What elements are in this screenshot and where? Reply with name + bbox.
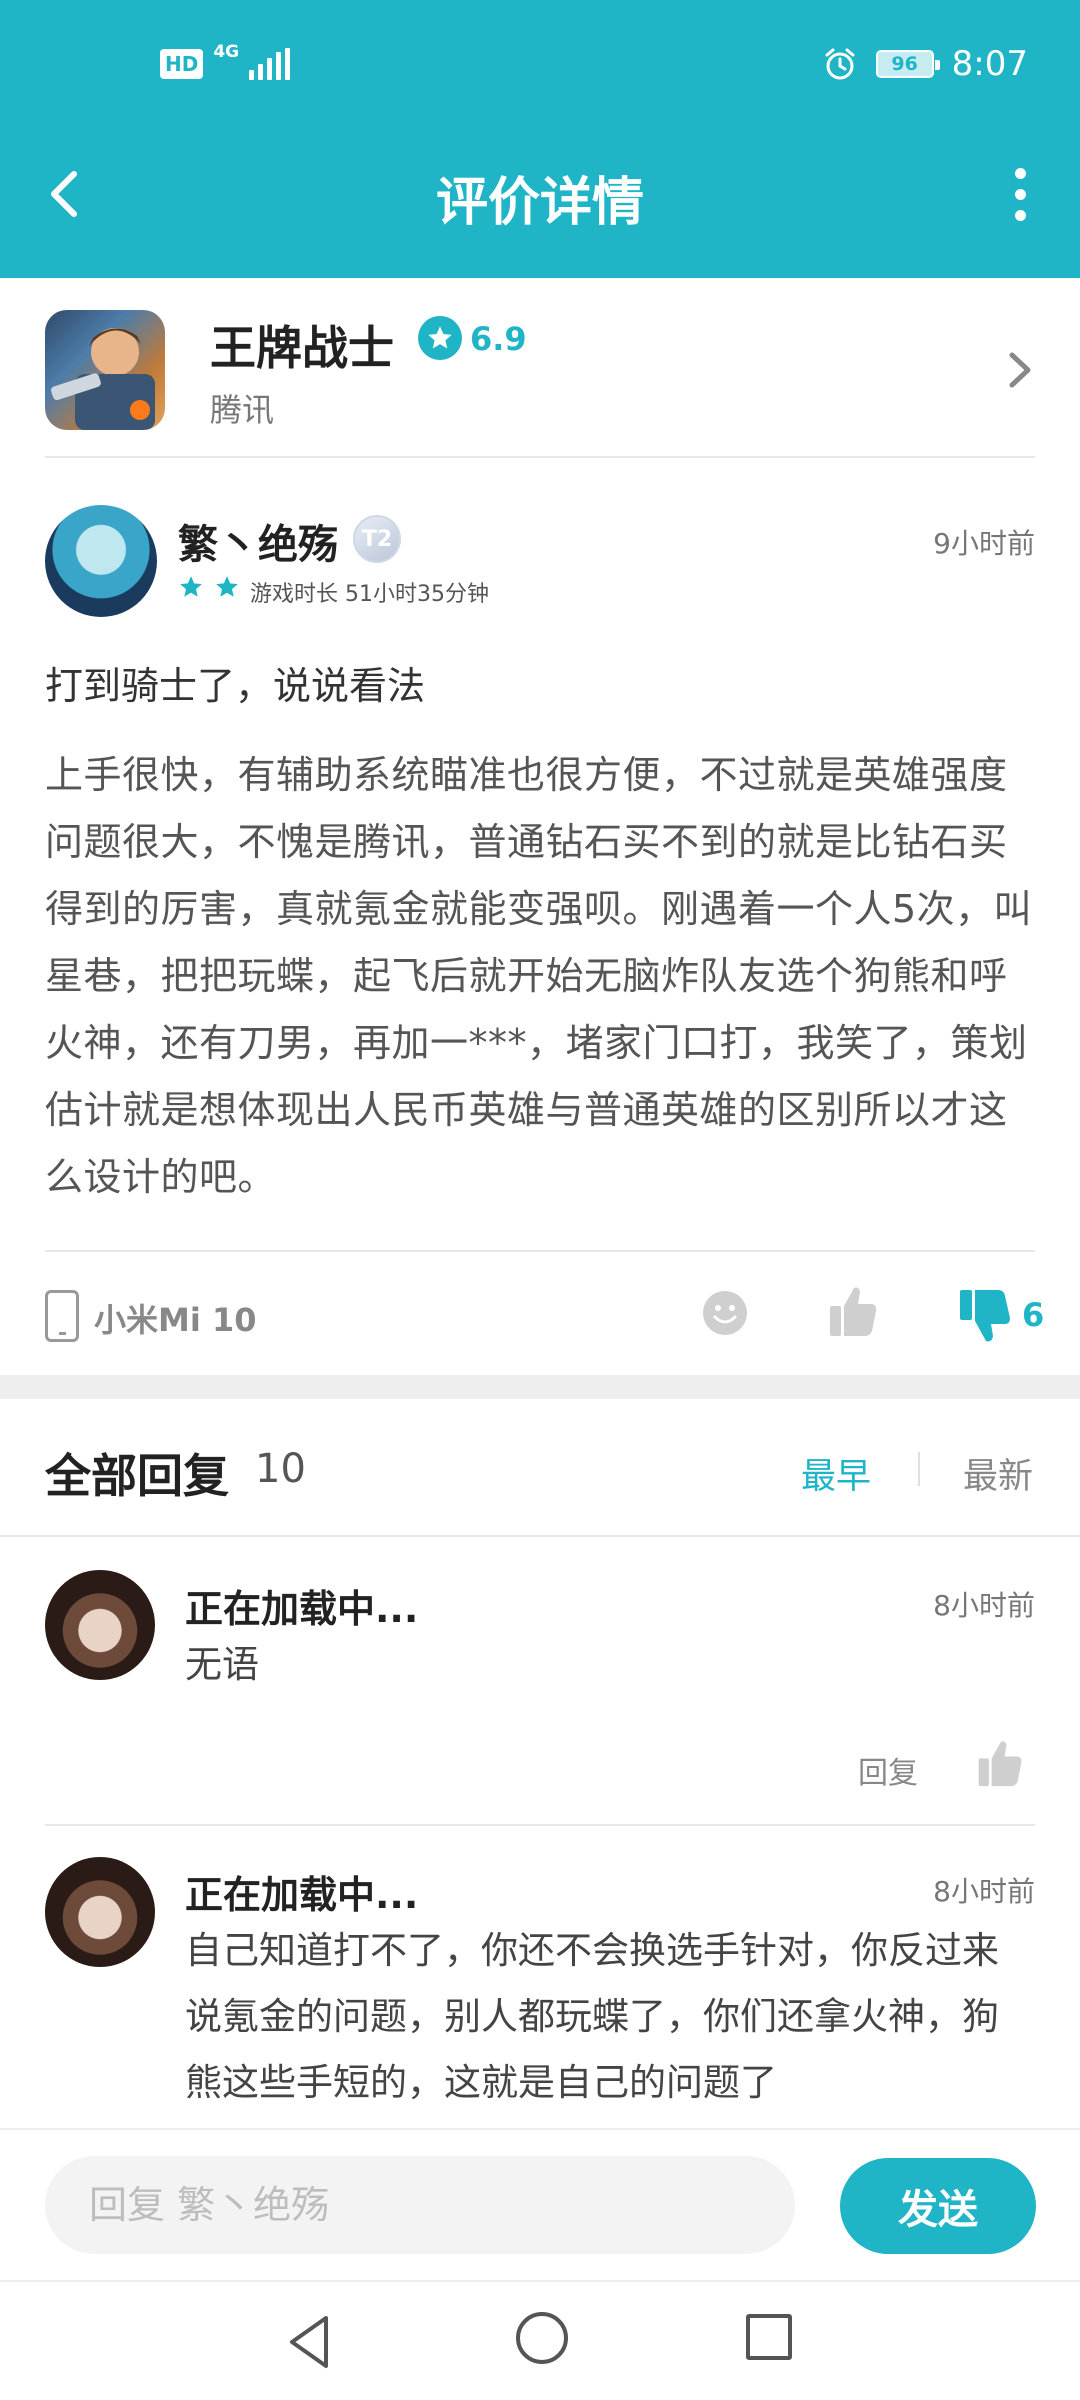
send-button[interactable]: 发送 — [840, 2158, 1036, 2254]
smiley-icon — [703, 1291, 747, 1335]
battery-icon: 96 — [875, 50, 940, 78]
reply-text: 自己知道打不了，你还不会换选手针对，你反过来说氪金的问题，别人都玩蝶了，你们还拿… — [185, 1929, 999, 2104]
reply-author[interactable]: 正在加载中... — [185, 1578, 418, 1633]
star-icon — [216, 576, 238, 597]
reply-time: 8小时前 — [933, 1875, 1035, 1908]
dislike-button[interactable] — [958, 1288, 1012, 1344]
playtime: 游戏时长 51小时35分钟 — [250, 582, 489, 607]
review-title: 打到骑士了，说说看法 — [45, 664, 426, 708]
hd-badge: HD — [160, 49, 204, 79]
review-time: 9小时前 — [933, 527, 1035, 560]
thumbs-up-icon — [978, 1741, 1022, 1787]
more-options-button[interactable] — [990, 164, 1050, 224]
reply-avatar[interactable] — [45, 1857, 155, 1967]
like-button[interactable] — [828, 1284, 878, 1338]
status-right: 96 8:07 — [822, 44, 1028, 84]
thumbs-up-icon — [830, 1287, 877, 1336]
game-publisher: 腾讯 — [210, 391, 275, 429]
divider — [0, 1535, 1080, 1537]
sort-latest-tab[interactable]: 最新 — [963, 1448, 1033, 1499]
reviewer-avatar[interactable] — [45, 505, 157, 617]
triangle-back-icon — [290, 2316, 328, 2368]
status-left: HD 4G — [160, 43, 291, 80]
divider — [45, 456, 1035, 458]
alarm-icon — [825, 48, 855, 80]
reply-avatar[interactable] — [45, 1570, 155, 1680]
phone-icon — [45, 1290, 79, 1342]
sort-earliest-tab[interactable]: 最早 — [801, 1448, 871, 1499]
more-vertical-icon — [1014, 167, 1026, 179]
status-time: 8:07 — [951, 44, 1028, 84]
sort-separator — [918, 1452, 920, 1486]
divider — [45, 1824, 1035, 1826]
reply-time: 8小时前 — [933, 1589, 1035, 1622]
star-rating — [178, 574, 240, 600]
divider — [45, 1250, 1035, 1252]
reply-input[interactable] — [45, 2156, 795, 2254]
game-art — [51, 328, 155, 430]
game-detail-link[interactable] — [1000, 345, 1040, 395]
replies-count: 10 — [255, 1446, 306, 1492]
top-app-bar: HD 4G 96 8:07 评价详情 — [0, 0, 1080, 278]
section-separator — [0, 1375, 1080, 1399]
replies-title: 全部回复 — [45, 1449, 229, 1503]
reply-author[interactable]: 正在加载中... — [185, 1864, 418, 1919]
device-name: 小米Mi 10 — [94, 1301, 257, 1339]
system-nav-bar — [0, 2280, 1080, 2400]
rating-star-icon — [418, 316, 462, 360]
battery-level: 96 — [891, 53, 918, 75]
nav-recents-button[interactable] — [746, 2314, 792, 2360]
review-body: 上手很快，有辅助系统瞄准也很方便，不过就是英雄强度问题很大，不愧是腾讯，普通钻石… — [45, 753, 1033, 1199]
star-icon — [180, 576, 202, 597]
network-type: 4G — [213, 42, 240, 62]
chevron-right-icon — [1009, 352, 1031, 388]
nav-home-button[interactable] — [516, 2312, 568, 2364]
reply-like-button[interactable] — [976, 1738, 1024, 1788]
game-name[interactable]: 王牌战士 — [210, 312, 394, 378]
reply-button[interactable]: 回复 — [858, 1748, 918, 1792]
page-title: 评价详情 — [435, 173, 644, 233]
dislike-count: 6 — [1022, 1296, 1045, 1334]
level-badge: T2 — [353, 515, 401, 563]
game-rating: 6.9 — [470, 320, 527, 358]
nav-back-button[interactable] — [282, 2312, 338, 2372]
reviewer-name[interactable]: 繁丶绝殇 — [178, 512, 338, 570]
reply-text: 无语 — [185, 1643, 259, 1686]
emoji-button[interactable] — [702, 1290, 748, 1336]
game-icon[interactable] — [45, 310, 165, 430]
reply-input-bar: 发送 — [0, 2128, 1080, 2280]
signal-icon — [249, 48, 291, 80]
thumbs-down-icon — [960, 1290, 1010, 1342]
